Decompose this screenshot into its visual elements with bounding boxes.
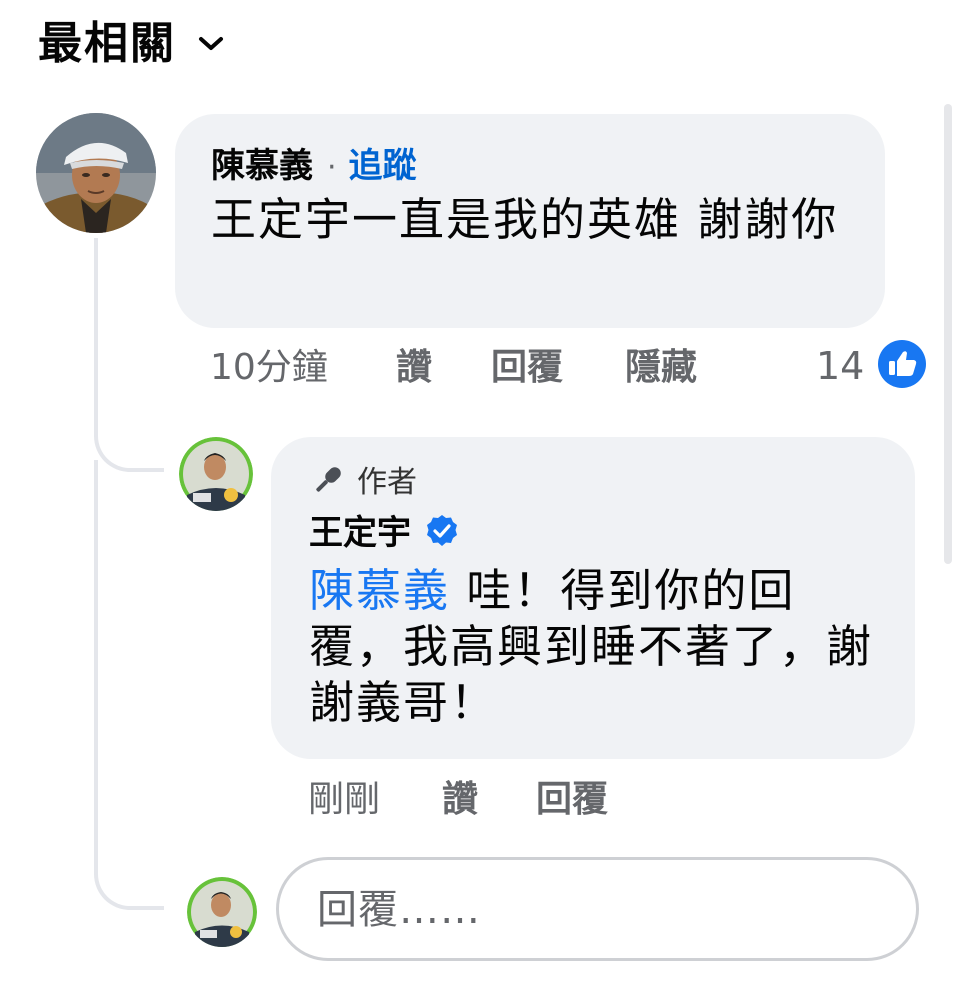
author-badge-label: 作者 bbox=[357, 465, 417, 500]
hide-button[interactable]: 隱藏 bbox=[625, 344, 697, 392]
reply-header: 王定宇 bbox=[309, 511, 459, 555]
reaction-count: 14 bbox=[816, 344, 865, 388]
comment-timestamp[interactable]: 10分鐘 bbox=[210, 344, 328, 392]
author-avatar[interactable] bbox=[179, 437, 253, 511]
sort-label: 最相關 bbox=[38, 18, 176, 69]
comment-author-name[interactable]: 陳慕義 bbox=[211, 144, 313, 188]
reply-author-name[interactable]: 王定宇 bbox=[309, 511, 411, 555]
like-button[interactable]: 讚 bbox=[396, 344, 432, 392]
reaction-summary[interactable]: 14 bbox=[816, 340, 927, 392]
separator-dot: · bbox=[327, 150, 337, 185]
chevron-down-icon bbox=[198, 29, 228, 59]
comment-bubble: 陳慕義 · 追蹤 王定宇一直是我的英雄 謝謝你 bbox=[175, 114, 885, 328]
microphone-icon bbox=[309, 463, 345, 503]
verified-badge-icon bbox=[425, 514, 459, 552]
thread-connector-line bbox=[94, 238, 164, 472]
reply-text: 陳慕義 哇！得到你的回覆，我高興到睡不著了，謝謝義哥！ bbox=[309, 563, 889, 731]
author-badge: 作者 bbox=[309, 463, 417, 503]
follow-button[interactable]: 追蹤 bbox=[349, 138, 417, 187]
reply-bubble: 作者 王定宇 陳慕義 哇！得到你的回覆，我高興到睡不著了，謝謝義哥！ bbox=[271, 437, 915, 759]
reply-like-button[interactable]: 讚 bbox=[442, 776, 478, 824]
thread-connector-line bbox=[94, 460, 164, 910]
commenter-avatar[interactable] bbox=[36, 113, 156, 233]
reply-timestamp[interactable]: 剛剛 bbox=[308, 776, 380, 824]
composer-avatar bbox=[187, 877, 257, 947]
reply-input[interactable] bbox=[315, 882, 879, 938]
comment-header: 陳慕義 · 追蹤 bbox=[211, 138, 417, 188]
comment-text: 王定宇一直是我的英雄 謝謝你 bbox=[211, 193, 839, 246]
sort-dropdown[interactable]: 最相關 bbox=[38, 12, 228, 76]
scrollbar[interactable] bbox=[944, 104, 952, 564]
mention-link[interactable]: 陳慕義 bbox=[309, 564, 450, 617]
reply-composer[interactable] bbox=[276, 857, 919, 961]
reply-button[interactable]: 回覆 bbox=[491, 344, 563, 392]
reply-reply-button[interactable]: 回覆 bbox=[536, 776, 608, 824]
like-reaction-icon bbox=[878, 340, 927, 392]
